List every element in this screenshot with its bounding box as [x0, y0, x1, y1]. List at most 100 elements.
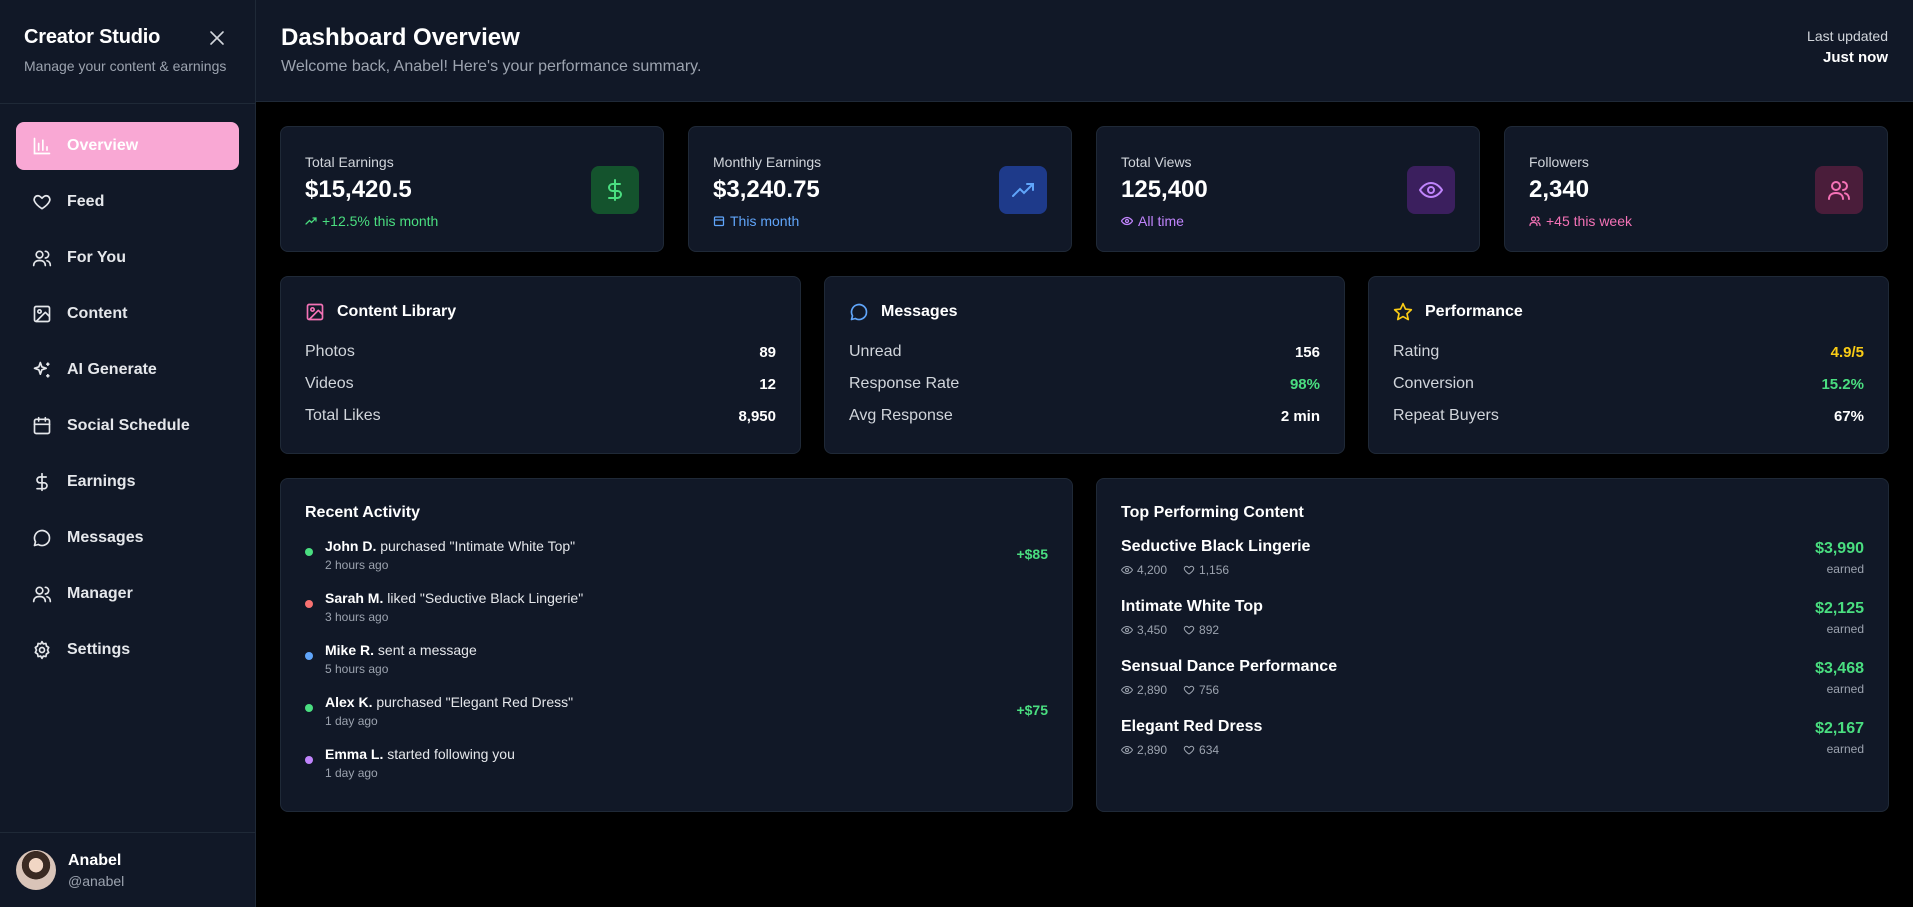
sidebar-item-label: Messages [67, 529, 144, 546]
likes-count: 634 [1199, 743, 1220, 757]
page-subtitle: Welcome back, Anabel! Here's your perfor… [281, 58, 702, 75]
earned-label: earned [1826, 622, 1864, 636]
activity-time: 1 day ago [325, 766, 378, 780]
activity-time: 3 hours ago [325, 610, 389, 624]
row-label: Photos [305, 343, 355, 360]
eye-icon [1121, 685, 1133, 695]
sidebar-item-ai-generate[interactable]: AI Generate [16, 346, 239, 394]
sidebar-item-content[interactable]: Content [16, 290, 239, 338]
recent-activity-card: Recent Activity John D. purchased "Intim… [280, 478, 1073, 812]
activity-time: 5 hours ago [325, 662, 389, 676]
sidebar-item-social-schedule[interactable]: Social Schedule [16, 402, 239, 450]
sidebar: Creator Studio Manage your content & ear… [0, 0, 256, 907]
content-item[interactable]: Intimate White Top 3,450 892 $2,125 earn… [1121, 598, 1864, 658]
activity-user: John D. [325, 538, 377, 554]
sidebar-item-earnings[interactable]: Earnings [16, 458, 239, 506]
stat-note-text: This month [730, 213, 800, 229]
stat-value: $3,240.75 [713, 176, 820, 203]
card-title: Performance [1425, 303, 1523, 320]
status-dot [305, 652, 313, 660]
content-title: Seductive Black Lingerie [1121, 538, 1311, 555]
message-icon [850, 303, 868, 321]
stat-row: Videos 12 [305, 368, 776, 400]
earned-label: earned [1826, 562, 1864, 576]
stat-note: +45 this week [1529, 213, 1863, 229]
page-title: Dashboard Overview [281, 24, 520, 51]
stat-label: Monthly Earnings [713, 154, 822, 170]
user-handle: @anabel [68, 872, 125, 889]
message-icon [33, 529, 51, 547]
last-updated: Last updated Just now [1807, 28, 1888, 66]
row-value: 4.9/5 [1830, 343, 1864, 361]
stat-row: Repeat Buyers 67% [1393, 400, 1864, 432]
row-value: 12 [759, 375, 776, 393]
dollar-icon [591, 166, 639, 214]
activity-user: Alex K. [325, 694, 373, 710]
stat-value: $15,420.5 [305, 176, 412, 203]
sidebar-item-overview[interactable]: Overview [16, 122, 239, 170]
likes-count: 892 [1199, 623, 1220, 637]
stat-label: Total Earnings [305, 154, 394, 170]
user-profile[interactable]: Anabel @anabel [0, 832, 255, 907]
close-icon[interactable] [209, 30, 225, 46]
sidebar-item-messages[interactable]: Messages [16, 514, 239, 562]
sidebar-item-label: Settings [67, 641, 131, 658]
earned-amount: $2,167 [1815, 720, 1864, 737]
gear-icon [34, 640, 50, 660]
views-count: 2,890 [1137, 743, 1168, 757]
calendar-icon [713, 216, 725, 227]
sidebar-item-label: For You [67, 249, 126, 266]
activity-action: sent a message [377, 642, 477, 658]
heart-icon [33, 194, 51, 210]
activity-item: Alex K. purchased "Elegant Red Dress" 1 … [305, 694, 1048, 746]
stat-row: Photos 89 [305, 336, 776, 368]
row-label: Conversion [1393, 375, 1474, 392]
sidebar-item-for-you[interactable]: For You [16, 234, 239, 282]
status-dot [305, 756, 313, 764]
row-value: 89 [759, 343, 776, 361]
heart-icon [1183, 745, 1195, 755]
row-label: Total Likes [305, 407, 381, 424]
sidebar-item-manager[interactable]: Manager [16, 570, 239, 618]
content-item[interactable]: Sensual Dance Performance 2,890 756 $3,4… [1121, 658, 1864, 718]
row-value: 15.2% [1821, 375, 1864, 393]
views-count: 3,450 [1137, 623, 1168, 637]
trending-up-icon [999, 166, 1047, 214]
top-content-card: Top Performing Content Seductive Black L… [1096, 478, 1889, 812]
earned-amount: $2,125 [1815, 600, 1864, 617]
row-value: 8,950 [738, 407, 776, 425]
users-icon [32, 250, 52, 267]
activity-user: Emma L. [325, 746, 384, 762]
activity-amount: +$75 [1016, 702, 1048, 718]
sidebar-item-feed[interactable]: Feed [16, 178, 239, 226]
sidebar-nav: Overview Feed For You Content AI Generat… [0, 104, 255, 700]
activity-action: purchased "Elegant Red Dress" [376, 694, 574, 710]
content-title: Sensual Dance Performance [1121, 658, 1338, 675]
stat-row: Conversion 15.2% [1393, 368, 1864, 400]
content-title: Elegant Red Dress [1121, 718, 1263, 735]
sidebar-header: Creator Studio Manage your content & ear… [0, 0, 255, 104]
stat-card-total-earnings: Total Earnings $15,420.5 +12.5% this mon… [280, 126, 664, 252]
row-label: Videos [305, 375, 354, 392]
likes-count: 1,156 [1199, 563, 1230, 577]
stat-value: 125,400 [1121, 176, 1208, 203]
status-dot [305, 704, 313, 712]
star-icon [1393, 302, 1413, 321]
messages-card: Messages Unread 156 Response Rate 98% Avg … [824, 276, 1345, 454]
earned-label: earned [1826, 682, 1864, 696]
content-item[interactable]: Seductive Black Lingerie 4,200 1,156 $3,… [1121, 538, 1864, 598]
stat-label: Total Views [1121, 154, 1192, 170]
activity-action: liked "Seductive Black Lingerie" [387, 590, 584, 606]
sidebar-item-label: Feed [67, 193, 105, 210]
row-value: 98% [1289, 375, 1320, 393]
card-title: Messages [881, 303, 958, 320]
activity-item: Emma L. started following you 1 day ago [305, 746, 1048, 798]
sidebar-item-label: AI Generate [67, 361, 157, 378]
row-label: Repeat Buyers [1393, 407, 1499, 424]
heart-icon [1183, 565, 1195, 575]
sidebar-item-settings[interactable]: Settings [16, 626, 239, 674]
activity-amount: +$85 [1016, 546, 1048, 562]
row-value: 2 min [1280, 407, 1320, 425]
content-item[interactable]: Elegant Red Dress 2,890 634 $2,167 earne… [1121, 718, 1864, 778]
stat-note: +12.5% this month [305, 213, 639, 229]
